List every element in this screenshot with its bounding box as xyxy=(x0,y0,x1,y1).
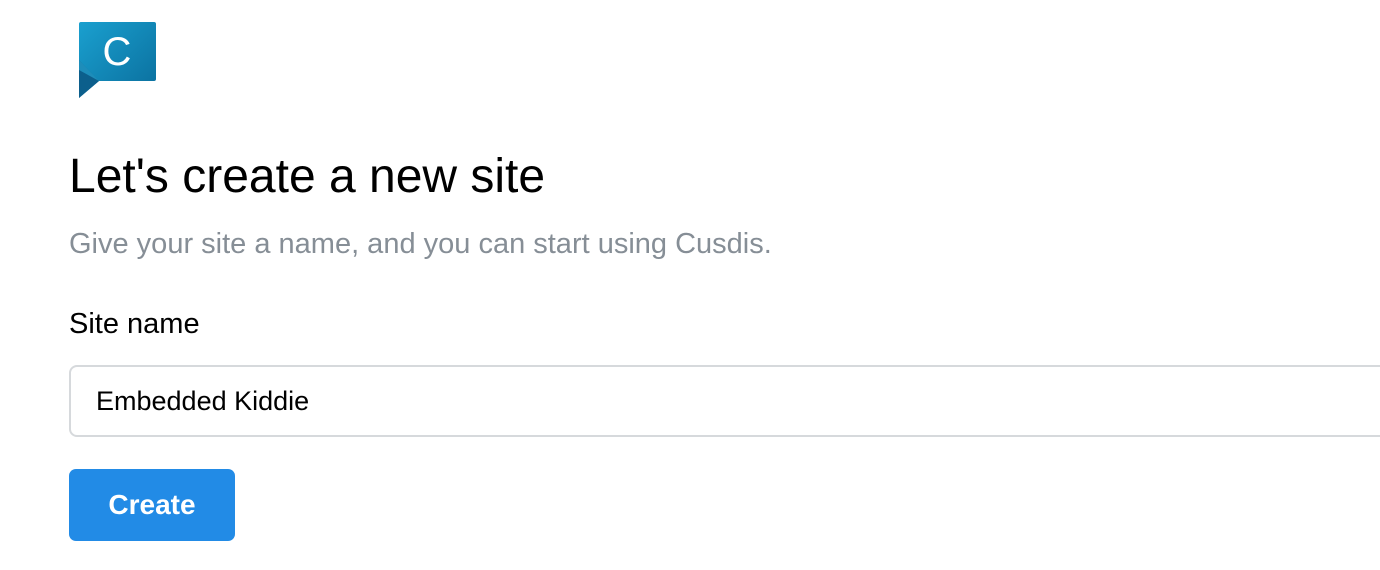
site-name-label: Site name xyxy=(69,308,200,340)
page-title: Let's create a new site xyxy=(69,150,546,203)
create-site-page: C Let's create a new site Give your site… xyxy=(0,0,1380,570)
site-name-field-wrapper xyxy=(69,365,1380,437)
create-button[interactable]: Create xyxy=(69,469,235,541)
site-name-input[interactable] xyxy=(71,367,1380,435)
page-subtitle: Give your site a name, and you can start… xyxy=(69,228,772,260)
cusdis-logo-icon: C xyxy=(79,22,156,98)
logo-letter: C xyxy=(103,30,132,74)
